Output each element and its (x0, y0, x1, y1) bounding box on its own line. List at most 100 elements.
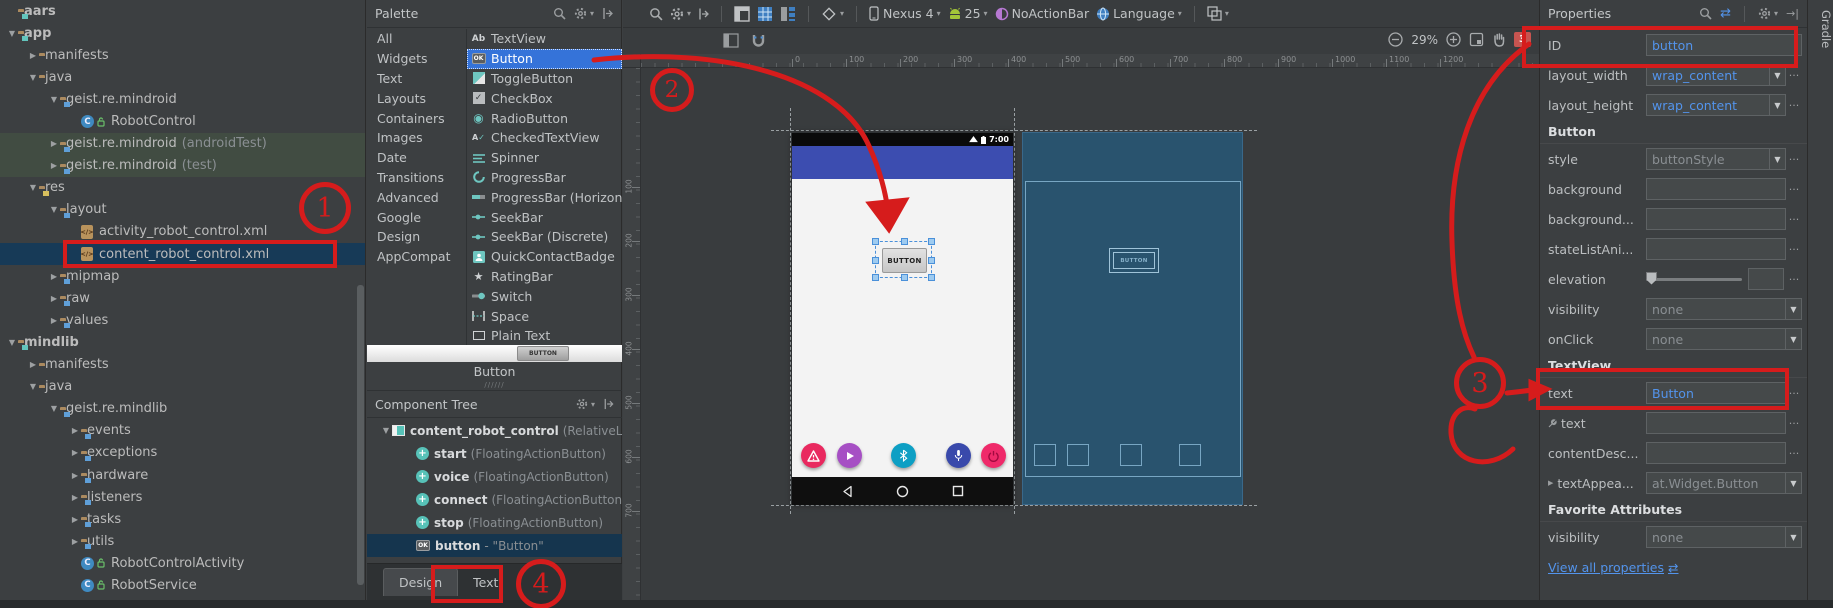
palette-item-checkedtextview[interactable]: A✓CheckedTextView (467, 128, 622, 148)
blueprint-mode-icon[interactable] (757, 6, 773, 22)
property-field-background-[interactable] (1646, 208, 1786, 230)
right-arrow-icon[interactable]: ▶ (69, 448, 81, 457)
dropdown-arrow-icon[interactable]: ▼ (1769, 65, 1785, 85)
dropdown-arrow-icon[interactable]: ▼ (1769, 149, 1785, 169)
tree-item[interactable]: ▼res (0, 177, 365, 199)
zoom-fit-icon[interactable] (1469, 32, 1484, 47)
blueprint-button-widget[interactable]: BUTTON (1109, 248, 1159, 273)
expander-icon[interactable]: ▶ (1548, 479, 1553, 487)
right-arrow-icon[interactable]: ▶ (48, 294, 60, 303)
ellipsis-button[interactable]: ··· (1786, 273, 1802, 286)
both-mode-icon[interactable] (780, 6, 796, 22)
palette-item-plain-text[interactable]: Plain Text (467, 326, 622, 345)
hide-panel-icon[interactable]: →| (1786, 7, 1799, 20)
palette-item-button[interactable]: OKButton (467, 49, 622, 69)
error-count-badge[interactable]: 3 (1514, 32, 1531, 47)
palette-category-containers[interactable]: Containers (367, 108, 466, 128)
selection-handles[interactable]: BUTTON (875, 241, 932, 278)
tree-item[interactable]: ▼mindlib (0, 331, 365, 353)
tree-item[interactable]: aars (0, 0, 365, 22)
tree-item[interactable]: ▶events (0, 420, 365, 442)
design-preview-phone[interactable]: 7:00 BUTTON (792, 133, 1013, 505)
down-arrow-icon[interactable]: ▼ (380, 426, 392, 435)
palette-category-all[interactable]: All (367, 29, 466, 49)
tree-item[interactable]: CRobotControlActivity (0, 552, 365, 574)
search-icon[interactable] (553, 7, 566, 20)
ellipsis-button[interactable]: ··· (1786, 417, 1802, 430)
down-arrow-icon[interactable]: ▼ (48, 205, 60, 214)
tree-item[interactable]: CRobotService (0, 574, 365, 596)
right-arrow-icon[interactable]: ▶ (69, 515, 81, 524)
show-panel-icon[interactable] (723, 33, 739, 48)
property-field-contentdesc-[interactable] (1646, 442, 1786, 464)
right-arrow-icon[interactable]: ▶ (69, 426, 81, 435)
tree-item[interactable]: ▶geist.re.mindroid(androidTest) (0, 133, 365, 155)
down-arrow-icon[interactable]: ▼ (48, 404, 60, 413)
down-arrow-icon[interactable]: ▼ (6, 29, 18, 38)
right-arrow-icon[interactable]: ▶ (48, 272, 60, 281)
palette-category-images[interactable]: Images (367, 128, 466, 148)
tree-item[interactable]: ▶listeners (0, 486, 365, 508)
property-dropdown-onclick[interactable]: none▼ (1646, 328, 1802, 350)
gear-icon[interactable]: ▾ (1758, 7, 1778, 20)
tree-item[interactable]: ▼app (0, 22, 365, 44)
pin-icon[interactable] (603, 398, 614, 410)
tree-item[interactable]: ▶tasks (0, 508, 365, 530)
right-arrow-icon[interactable]: ▶ (48, 139, 60, 148)
component-tree-item-connect[interactable]: +connect(FloatingActionButton) (367, 488, 622, 511)
palette-item-spinner[interactable]: Spinner (467, 148, 622, 168)
ellipsis-button[interactable]: ··· (1786, 69, 1802, 82)
tree-item[interactable]: ▼geist.re.mindlib (0, 398, 365, 420)
design-button-widget[interactable]: BUTTON (882, 248, 927, 273)
nav-back-icon[interactable] (841, 485, 854, 498)
palette-category-layouts[interactable]: Layouts (367, 88, 466, 108)
tree-item[interactable]: ▶hardware (0, 464, 365, 486)
down-arrow-icon[interactable]: ▼ (27, 382, 39, 391)
ellipsis-button[interactable]: ··· (1786, 153, 1802, 166)
dropdown-arrow-icon[interactable]: ▼ (1785, 527, 1801, 547)
swap-view-icon[interactable]: ⇄ (1720, 6, 1731, 21)
tab-design[interactable]: Design (383, 568, 458, 596)
tree-item[interactable]: ▼layout (0, 199, 365, 221)
property-field-id[interactable]: button (1646, 34, 1802, 56)
palette-item-seekbar-discrete-[interactable]: SeekBar (Discrete) (467, 227, 622, 247)
fab-stop-warning[interactable] (801, 443, 826, 468)
gear-icon[interactable]: ▾ (576, 398, 595, 410)
ellipsis-button[interactable]: ··· (1786, 243, 1802, 256)
gear-icon[interactable]: ▾ (574, 7, 594, 20)
down-arrow-icon[interactable]: ▼ (27, 73, 39, 82)
device-selector[interactable]: Nexus 4▾ (869, 6, 941, 21)
fab-start-play[interactable] (837, 443, 862, 468)
right-arrow-icon[interactable]: ▶ (69, 471, 81, 480)
palette-item-togglebutton[interactable]: ToggleButton (467, 69, 622, 89)
right-arrow-icon[interactable]: ▶ (48, 161, 60, 170)
fab-voice-mic[interactable] (946, 443, 971, 468)
tree-item[interactable]: ▶geist.re.mindroid(test) (0, 155, 365, 177)
elevation-slider[interactable] (1646, 278, 1742, 281)
tree-item[interactable]: </>content_robot_control.xml (0, 243, 365, 265)
splitter-grip[interactable]: ////// (367, 381, 622, 389)
tree-item[interactable]: ▼java (0, 376, 365, 398)
api-selector[interactable]: 25▾ (948, 6, 988, 21)
palette-item-radiobutton[interactable]: ◉RadioButton (467, 108, 622, 128)
pan-hand-icon[interactable] (1492, 32, 1506, 47)
tree-item[interactable]: ▶exceptions (0, 442, 365, 464)
property-field-background[interactable] (1646, 178, 1786, 200)
palette-item-progressbar-horizontal-[interactable]: ProgressBar (Horizontal) (467, 187, 622, 207)
property-field-text[interactable] (1646, 412, 1786, 434)
property-dropdown-style[interactable]: buttonStyle▼ (1646, 148, 1786, 170)
component-tree-item-voice[interactable]: +voice(FloatingActionButton) (367, 465, 622, 488)
tree-item[interactable]: ▶raw (0, 287, 365, 309)
tab-text[interactable]: Text (458, 569, 513, 596)
property-field-statelistani-[interactable] (1646, 238, 1786, 260)
palette-category-advanced[interactable]: Advanced (367, 187, 466, 207)
component-tree-item-button[interactable]: OKbutton- "Button" (367, 534, 622, 557)
dropdown-arrow-icon[interactable]: ▼ (1785, 329, 1801, 349)
tree-item[interactable]: ▼geist.re.mindroid (0, 88, 365, 110)
fab-power[interactable] (981, 443, 1006, 468)
design-mode-icon[interactable] (734, 6, 750, 22)
property-dropdown-layout-height[interactable]: wrap_content▼ (1646, 94, 1786, 116)
down-arrow-icon[interactable]: ▼ (6, 338, 18, 347)
tree-item[interactable]: ▶mipmap (0, 265, 365, 287)
tree-item[interactable]: CRobotControl (0, 110, 365, 132)
